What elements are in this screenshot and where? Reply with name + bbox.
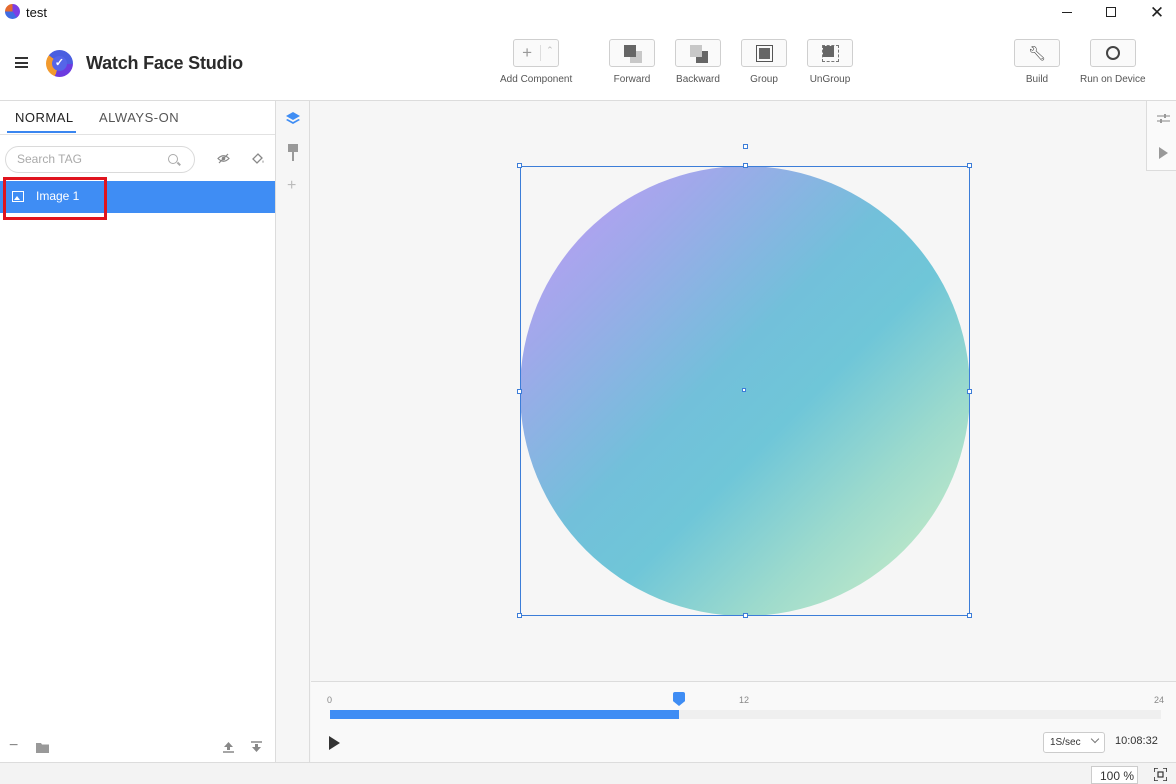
app-icon [5, 4, 20, 19]
play-icon[interactable] [329, 736, 340, 750]
group-label: Group [750, 74, 778, 85]
current-time: 10:08:32 [1115, 735, 1158, 747]
layers-panel: NORMAL ALWAYS-ON Image 1 − [0, 101, 276, 762]
timeline-playhead[interactable] [673, 692, 686, 706]
run-on-device-label: Run on Device [1080, 74, 1146, 85]
active-tab-indicator [7, 131, 76, 133]
send-backward-icon [675, 39, 721, 67]
minimize-button[interactable] [1044, 0, 1090, 24]
timeline-progress [330, 710, 680, 719]
hamburger-menu-icon[interactable] [15, 57, 28, 68]
plus-icon: + ⌃ [513, 39, 560, 67]
sliders-icon[interactable] [1157, 113, 1170, 124]
tab-always-on[interactable]: ALWAYS-ON [99, 110, 179, 125]
paint-bucket-icon[interactable] [251, 152, 265, 165]
close-icon: ✕ [1149, 2, 1165, 22]
layers-icon[interactable] [285, 111, 301, 127]
ungroup-label: UnGroup [809, 74, 851, 85]
folder-icon[interactable] [36, 742, 49, 753]
resize-handle-ne[interactable] [967, 163, 972, 168]
checkmark-icon: ✓ [52, 56, 67, 71]
remove-icon[interactable]: − [9, 737, 18, 755]
timeline-tick-12: 12 [739, 695, 750, 705]
resize-handle-se[interactable] [967, 613, 972, 618]
group-button[interactable]: Group [741, 39, 787, 85]
resize-handle-e[interactable] [967, 389, 972, 394]
resize-handle-sw[interactable] [517, 613, 522, 618]
watch-icon [1089, 39, 1136, 67]
timeline-tick-24: 24 [1154, 695, 1165, 705]
forward-label: Forward [613, 74, 651, 85]
chevron-down-icon [1090, 734, 1100, 744]
annotation-highlight-box [3, 177, 107, 220]
tab-normal[interactable]: NORMAL [15, 110, 74, 125]
wrench-icon: 🔧︎ [1014, 39, 1060, 67]
window-title: test [26, 5, 47, 20]
speed-select[interactable]: 1S/sec [1043, 732, 1105, 753]
fit-screen-icon[interactable] [1154, 768, 1167, 781]
timeline: 0 12 24 1S/sec 10:08:32 [311, 681, 1176, 762]
brush-icon[interactable] [288, 144, 298, 161]
group-icon [741, 39, 787, 67]
close-button[interactable]: ✕ [1134, 0, 1176, 24]
properties-rail [1146, 101, 1176, 171]
resize-handle-n[interactable] [743, 163, 748, 168]
search-box [5, 146, 195, 173]
rotate-handle[interactable] [743, 144, 748, 149]
app-name: Watch Face Studio [86, 53, 243, 73]
build-label: Build [1025, 74, 1049, 85]
app-logo: ✓ [46, 50, 73, 77]
build-button[interactable]: 🔧︎ Build [1014, 39, 1060, 85]
status-bar: 100 % [0, 762, 1176, 784]
search-input[interactable] [17, 152, 157, 166]
title-bar: test ✕ [0, 0, 1176, 27]
timeline-track[interactable] [330, 710, 1161, 719]
minimize-icon [1062, 11, 1072, 13]
zoom-level[interactable]: 100 % [1091, 766, 1138, 784]
run-on-device-button[interactable]: Run on Device [1080, 39, 1146, 85]
hide-icon[interactable] [217, 153, 230, 164]
maximize-button[interactable] [1088, 0, 1134, 24]
backward-button[interactable]: Backward [675, 39, 721, 85]
layers-footer: − [0, 732, 275, 762]
timeline-tick-0: 0 [327, 695, 333, 705]
toolbar: ✓ Watch Face Studio + ⌃ Add Component Fo… [0, 27, 1176, 101]
preview-play-icon[interactable] [1159, 147, 1168, 159]
ungroup-button[interactable]: UnGroup [807, 39, 853, 85]
ungroup-icon [807, 39, 853, 67]
move-to-top-icon[interactable] [223, 741, 234, 753]
tab-divider [0, 134, 275, 135]
resize-handle-s[interactable] [743, 613, 748, 618]
add-component-button[interactable]: + ⌃ Add Component [500, 39, 572, 85]
backward-label: Backward [676, 74, 720, 85]
add-icon[interactable]: + [287, 177, 296, 195]
maximize-icon [1106, 7, 1116, 17]
forward-button[interactable]: Forward [609, 39, 655, 85]
center-handle[interactable] [742, 388, 746, 392]
tool-rail: + [276, 101, 310, 762]
speed-value: 1S/sec [1050, 737, 1081, 748]
bring-forward-icon [609, 39, 655, 67]
search-icon[interactable] [168, 154, 178, 164]
add-component-label: Add Component [500, 74, 573, 85]
resize-handle-nw[interactable] [517, 163, 522, 168]
resize-handle-w[interactable] [517, 389, 522, 394]
move-to-bottom-icon[interactable] [251, 741, 262, 753]
